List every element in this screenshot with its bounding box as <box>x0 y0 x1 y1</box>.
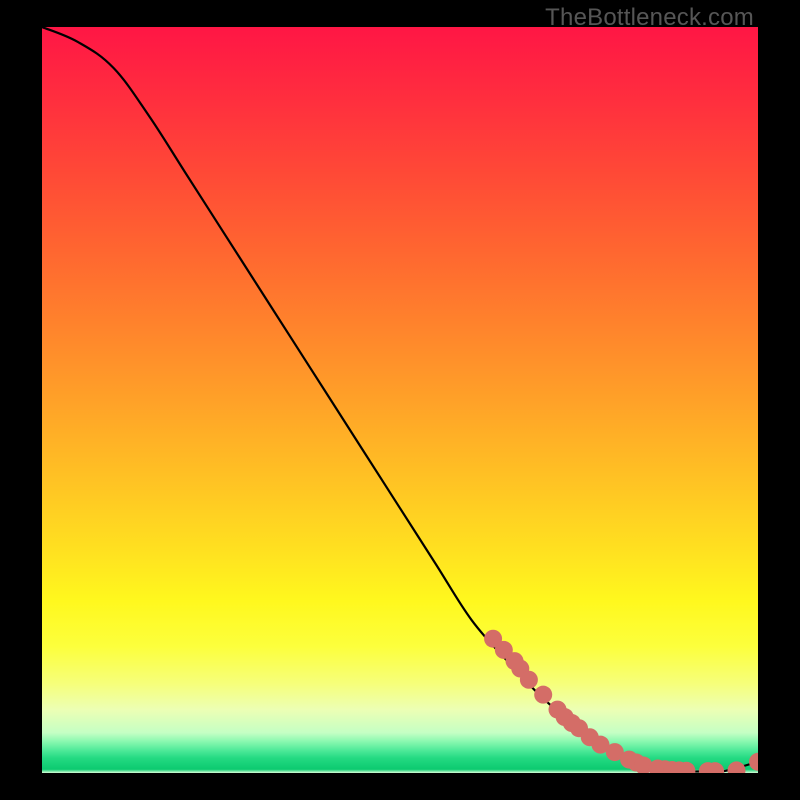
chart-container: TheBottleneck.com <box>0 0 800 800</box>
data-marker <box>534 686 552 704</box>
data-marker <box>520 671 538 689</box>
chart-svg <box>42 27 758 773</box>
plot-area <box>42 27 758 773</box>
gradient-background <box>42 27 758 773</box>
